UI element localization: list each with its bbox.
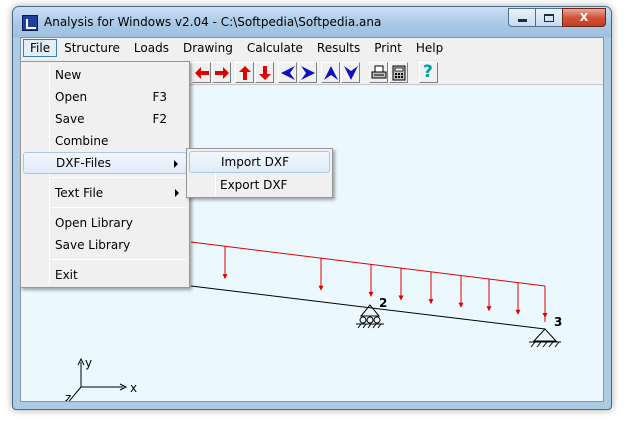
- calculator-button[interactable]: [389, 62, 408, 83]
- arrow-left-icon: [195, 67, 209, 79]
- file-menu-exit-label: Exit: [55, 268, 78, 282]
- menu-print[interactable]: Print: [367, 39, 409, 57]
- file-menu-dxf-files-label: DXF-Files: [56, 156, 112, 170]
- axis-label-z: z: [65, 391, 71, 401]
- calculator-icon: [392, 65, 406, 81]
- file-menu-combine[interactable]: Combine: [23, 130, 187, 152]
- file-menu-open-library[interactable]: Open Library: [23, 212, 187, 234]
- coordinate-axes: [65, 357, 128, 401]
- menu-structure[interactable]: Structure: [57, 39, 127, 57]
- menu-loads[interactable]: Loads: [127, 39, 176, 57]
- menu-file[interactable]: File: [23, 39, 58, 57]
- node-label-2: 2: [379, 296, 387, 310]
- pan-down-button[interactable]: [341, 62, 360, 83]
- menu-separator: [51, 259, 186, 260]
- maximize-icon: [544, 13, 554, 22]
- move-right-button[interactable]: [212, 62, 231, 83]
- load-arrow-head: [398, 295, 404, 301]
- axis-label-y: y: [85, 356, 92, 370]
- dxf-export-label: Export DXF: [220, 178, 288, 192]
- minimize-icon: [517, 19, 527, 22]
- load-arrow-head: [542, 313, 548, 318]
- menu-calculate[interactable]: Calculate: [240, 39, 310, 57]
- node-label-3: 3: [554, 315, 562, 329]
- file-menu: New Open F3 Save F2 Combine DXF-Files Te…: [20, 61, 190, 288]
- file-menu-new[interactable]: New: [23, 64, 187, 86]
- load-arrow-head: [458, 302, 464, 308]
- pin-support: [529, 328, 561, 348]
- file-menu-text-file[interactable]: Text File: [23, 182, 187, 204]
- load-arrow-head: [486, 306, 492, 312]
- menu-results[interactable]: Results: [310, 39, 367, 57]
- pan-up-button[interactable]: [321, 62, 340, 83]
- load-arrow-head: [222, 274, 228, 280]
- app-icon[interactable]: [22, 15, 38, 31]
- file-menu-save-shortcut: F2: [152, 112, 167, 126]
- axis-label-x: x: [130, 381, 137, 395]
- title-bar[interactable]: Analysis for Windows v2.04 - C:\Softpedi…: [13, 7, 611, 37]
- file-menu-exit[interactable]: Exit: [23, 264, 187, 286]
- load-arrow-head: [428, 299, 434, 305]
- caption-buttons: X: [508, 8, 606, 27]
- print-button[interactable]: [369, 62, 388, 83]
- pan-right-button[interactable]: [298, 62, 317, 83]
- file-menu-save[interactable]: Save F2: [23, 108, 187, 130]
- move-up-button[interactable]: [235, 62, 254, 83]
- file-menu-open-label: Open: [55, 90, 88, 104]
- menu-help[interactable]: Help: [409, 39, 450, 57]
- file-menu-combine-label: Combine: [55, 134, 109, 148]
- move-left-button[interactable]: [192, 62, 211, 83]
- triangle-right-icon: [301, 66, 315, 80]
- maximize-button[interactable]: [535, 8, 562, 27]
- file-menu-open[interactable]: Open F3: [23, 86, 187, 108]
- load-arrow-head: [318, 285, 324, 291]
- close-icon: X: [579, 11, 589, 24]
- arrow-right-icon: [215, 67, 229, 79]
- dxf-import-label: Import DXF: [221, 155, 290, 169]
- file-menu-open-shortcut: F3: [152, 90, 167, 104]
- menu-bar: File Structure Loads Drawing Calculate R…: [21, 38, 603, 58]
- dxf-import[interactable]: Import DXF: [189, 151, 330, 173]
- minimize-button[interactable]: [508, 8, 535, 27]
- dxf-export[interactable]: Export DXF: [189, 174, 330, 196]
- window-title: Analysis for Windows v2.04 - C:\Softpedi…: [44, 15, 382, 29]
- help-icon: ?: [423, 62, 433, 82]
- menu-drawing[interactable]: Drawing: [176, 39, 240, 57]
- help-button[interactable]: ?: [419, 62, 438, 83]
- printer-icon: [371, 65, 387, 79]
- triangle-down-icon: [344, 66, 358, 80]
- file-menu-text-file-label: Text File: [55, 186, 104, 200]
- menu-separator: [51, 207, 186, 208]
- file-menu-save-library-label: Save Library: [55, 238, 131, 252]
- menu-separator: [51, 177, 186, 178]
- dxf-submenu: Import DXF Export DXF: [186, 148, 333, 198]
- file-menu-save-library[interactable]: Save Library: [23, 234, 187, 256]
- load-arrow-head: [515, 309, 521, 315]
- load-arrow-head: [368, 291, 374, 297]
- triangle-left-icon: [281, 66, 295, 80]
- file-menu-dxf-files[interactable]: DXF-Files: [23, 152, 187, 174]
- triangle-up-icon: [324, 66, 338, 80]
- load-top-line: [190, 241, 546, 287]
- submenu-arrow-icon: [175, 189, 179, 197]
- move-down-button[interactable]: [255, 62, 274, 83]
- file-menu-save-label: Save: [55, 112, 85, 126]
- arrow-up-icon: [239, 66, 251, 80]
- file-menu-open-library-label: Open Library: [55, 216, 133, 230]
- submenu-arrow-icon: [174, 160, 178, 168]
- file-menu-new-label: New: [55, 68, 82, 82]
- close-button[interactable]: X: [562, 8, 606, 27]
- pan-left-button[interactable]: [278, 62, 297, 83]
- arrow-down-icon: [259, 66, 271, 80]
